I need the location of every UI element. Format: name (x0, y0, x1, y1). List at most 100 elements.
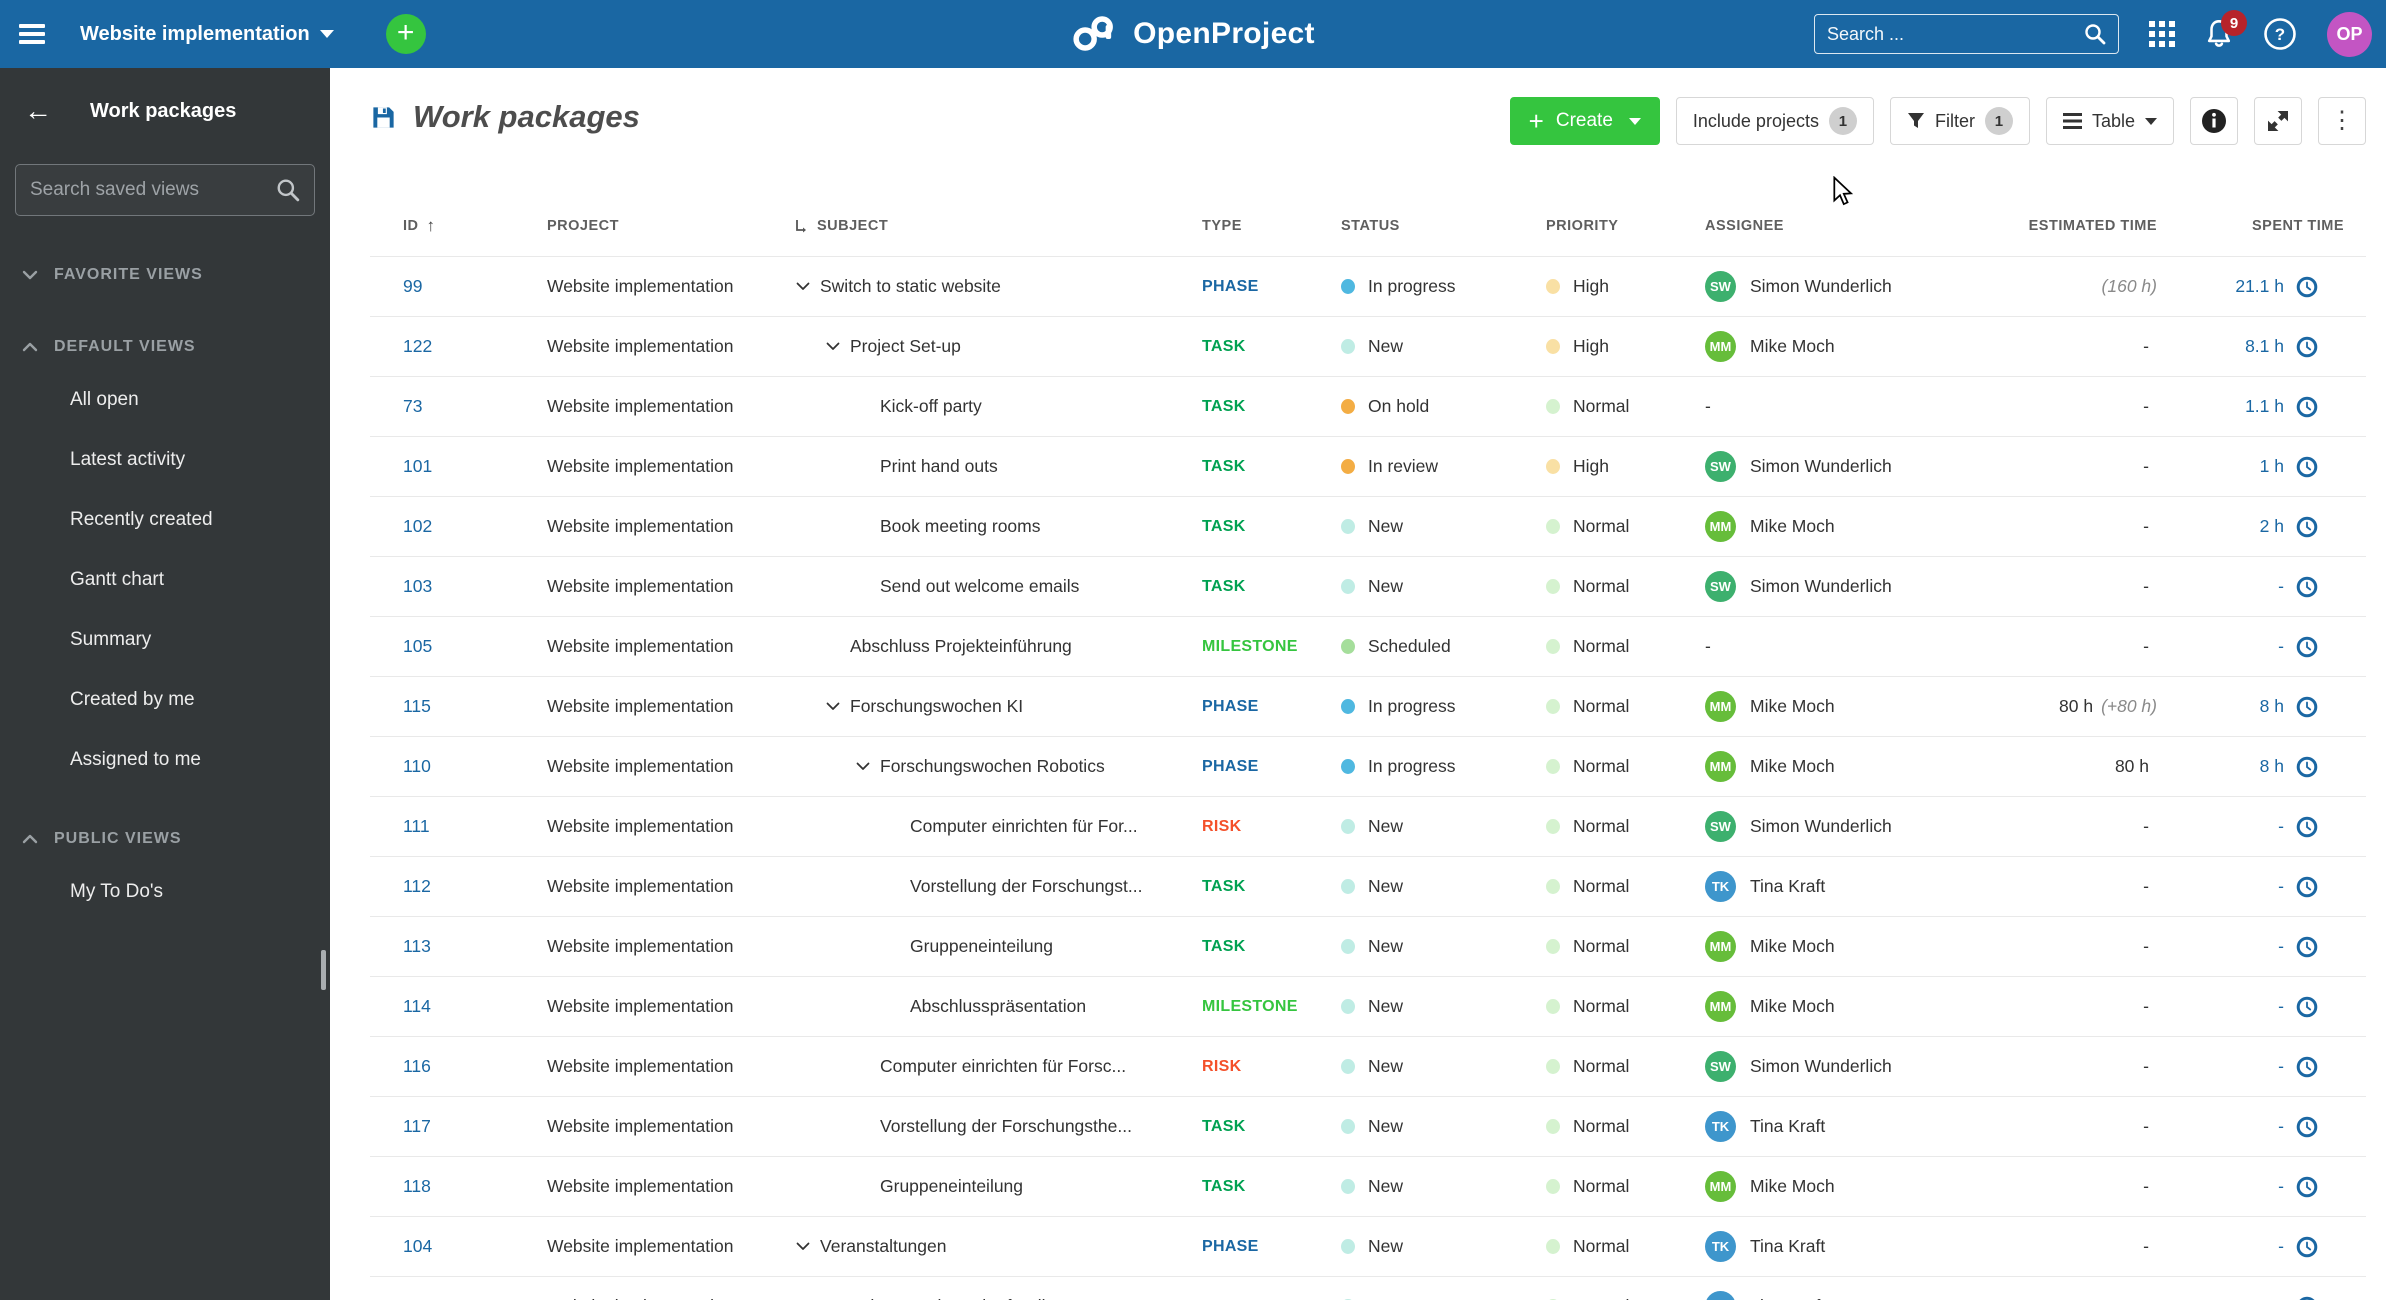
subject-cell[interactable]: Vorstellung der Forschungst... (910, 876, 1142, 897)
estimated-time-cell[interactable]: - (1990, 996, 2165, 1017)
expand-chevron-icon[interactable] (796, 1242, 820, 1251)
spent-time-link[interactable]: - (2278, 816, 2284, 837)
priority-cell[interactable]: Normal (1573, 1236, 1629, 1257)
include-projects-button[interactable]: Include projects 1 (1675, 97, 1874, 145)
assignee-cell[interactable]: Simon Wunderlich (1750, 816, 1892, 837)
assignee-cell[interactable]: Tina Kraft (1750, 1236, 1825, 1257)
subject-cell[interactable]: Vorstellung der Forschungsthe... (880, 1116, 1132, 1137)
project-cell[interactable]: Website implementation (547, 696, 733, 717)
status-cell[interactable]: New (1368, 1116, 1403, 1137)
spent-time-link[interactable]: - (2278, 1236, 2284, 1257)
column-header-status[interactable]: STATUS (1330, 218, 1535, 234)
estimated-time-cell[interactable]: - (1990, 1296, 2165, 1300)
priority-cell[interactable]: Normal (1573, 816, 1629, 837)
saved-views-search[interactable] (15, 164, 315, 216)
project-cell[interactable]: Website implementation (547, 336, 733, 357)
status-cell[interactable]: New (1368, 1236, 1403, 1257)
status-cell[interactable]: In progress (1368, 696, 1456, 717)
clock-icon[interactable] (2296, 516, 2318, 538)
status-cell[interactable]: On hold (1368, 396, 1429, 417)
project-cell[interactable]: Website implementation (547, 636, 733, 657)
wp-id-link[interactable]: 114 (403, 996, 431, 1017)
priority-cell[interactable]: Normal (1573, 576, 1629, 597)
status-cell[interactable]: New (1368, 516, 1403, 537)
save-view-icon[interactable] (370, 104, 397, 131)
column-header-spent-time[interactable]: SPENT TIME (2165, 218, 2366, 234)
project-cell[interactable]: Website implementation (547, 996, 733, 1017)
column-header-project[interactable]: PROJECT (520, 218, 763, 234)
subject-cell[interactable]: Forschungswochen KI (850, 696, 1023, 717)
estimated-time-cell[interactable]: - (1990, 456, 2165, 477)
assignee-cell[interactable]: Tina Kraft (1750, 1296, 1825, 1300)
column-header-assignee[interactable]: ASSIGNEE (1690, 218, 1990, 234)
clock-icon[interactable] (2296, 1176, 2318, 1198)
clock-icon[interactable] (2296, 1116, 2318, 1138)
clock-icon[interactable] (2296, 996, 2318, 1018)
assignee-cell[interactable]: Simon Wunderlich (1750, 576, 1892, 597)
wp-id-link[interactable]: 113 (403, 936, 431, 957)
spent-time-link[interactable]: 8.1 h (2245, 336, 2284, 357)
estimated-time-cell[interactable]: - (1990, 1056, 2165, 1077)
estimated-time-cell[interactable]: - (1990, 336, 2165, 357)
assignee-cell[interactable]: Mike Moch (1750, 336, 1835, 357)
assignee-cell[interactable]: Mike Moch (1750, 936, 1835, 957)
wp-id-link[interactable]: 99 (403, 276, 422, 297)
subject-cell[interactable]: Abschluss Projekteinführung (850, 636, 1072, 657)
type-cell[interactable]: PHASE (1202, 698, 1259, 716)
sidebar-resize-handle[interactable] (321, 950, 326, 990)
wp-id-link[interactable]: 122 (403, 336, 432, 357)
subject-cell[interactable]: Send out welcome emails (880, 576, 1079, 597)
help-button[interactable]: ? (2263, 17, 2297, 51)
priority-cell[interactable]: Normal (1573, 396, 1629, 417)
estimated-time-cell[interactable]: - (1990, 876, 2165, 897)
spent-time-link[interactable]: - (2278, 1296, 2284, 1300)
spent-time-link[interactable]: 1 h (2260, 456, 2284, 477)
type-cell[interactable]: RISK (1202, 1058, 1241, 1076)
expand-chevron-icon[interactable] (826, 342, 850, 351)
spent-time-link[interactable]: 8 h (2260, 756, 2284, 777)
column-header-id[interactable]: ID ↑ (370, 216, 520, 236)
spent-time-link[interactable]: - (2278, 1056, 2284, 1077)
spent-time-link[interactable]: 2 h (2260, 516, 2284, 537)
back-arrow-button[interactable]: ← (24, 97, 52, 125)
estimated-time-cell[interactable]: 80 h (1990, 756, 2165, 777)
subject-cell[interactable]: Book meeting rooms (880, 516, 1041, 537)
filter-button[interactable]: Filter 1 (1889, 97, 2030, 145)
wp-id-link[interactable]: 112 (403, 876, 431, 897)
priority-cell[interactable]: Normal (1573, 876, 1629, 897)
priority-cell[interactable]: High (1573, 276, 1609, 297)
clock-icon[interactable] (2296, 576, 2318, 598)
wp-id-link[interactable]: 115 (403, 696, 431, 717)
column-header-subject[interactable]: SUBJECT (763, 218, 1185, 234)
project-cell[interactable]: Website implementation (547, 1116, 733, 1137)
type-cell[interactable]: TASK (1202, 398, 1246, 416)
type-cell[interactable]: TASK (1202, 1178, 1246, 1196)
spent-time-link[interactable]: - (2278, 876, 2284, 897)
wp-id-link[interactable]: 73 (403, 396, 422, 417)
expand-chevron-icon[interactable] (826, 702, 850, 711)
estimated-time-cell[interactable]: 80 h (+80 h) (1990, 696, 2165, 717)
priority-cell[interactable]: Normal (1573, 1176, 1629, 1197)
status-cell[interactable]: In progress (1368, 756, 1456, 777)
assignee-cell[interactable]: Mike Moch (1750, 756, 1835, 777)
estimated-time-cell[interactable]: - (1990, 1116, 2165, 1137)
type-cell[interactable]: MILESTONE (1202, 638, 1298, 656)
status-cell[interactable]: In review (1368, 456, 1438, 477)
clock-icon[interactable] (2296, 816, 2318, 838)
type-cell[interactable]: PHASE (1202, 278, 1259, 296)
status-cell[interactable]: Scheduled (1368, 636, 1451, 657)
view-mode-button[interactable]: Table (2045, 97, 2174, 145)
subject-cell[interactable]: Gruppeneinteilung (910, 936, 1053, 957)
type-cell[interactable]: TASK (1202, 518, 1246, 536)
project-cell[interactable]: Website implementation (547, 576, 733, 597)
priority-cell[interactable]: Normal (1573, 516, 1629, 537)
type-cell[interactable]: TASK (1202, 458, 1246, 476)
assignee-cell[interactable]: Simon Wunderlich (1750, 456, 1892, 477)
wp-id-link[interactable]: 118 (403, 1176, 431, 1197)
priority-cell[interactable]: Normal (1573, 1116, 1629, 1137)
project-cell[interactable]: Website implementation (547, 1056, 733, 1077)
openproject-logo[interactable]: OpenProject (1071, 0, 1315, 68)
priority-cell[interactable]: Normal (1573, 696, 1629, 717)
project-cell[interactable]: Website implementation (547, 276, 733, 297)
assignee-cell[interactable]: Mike Moch (1750, 996, 1835, 1017)
